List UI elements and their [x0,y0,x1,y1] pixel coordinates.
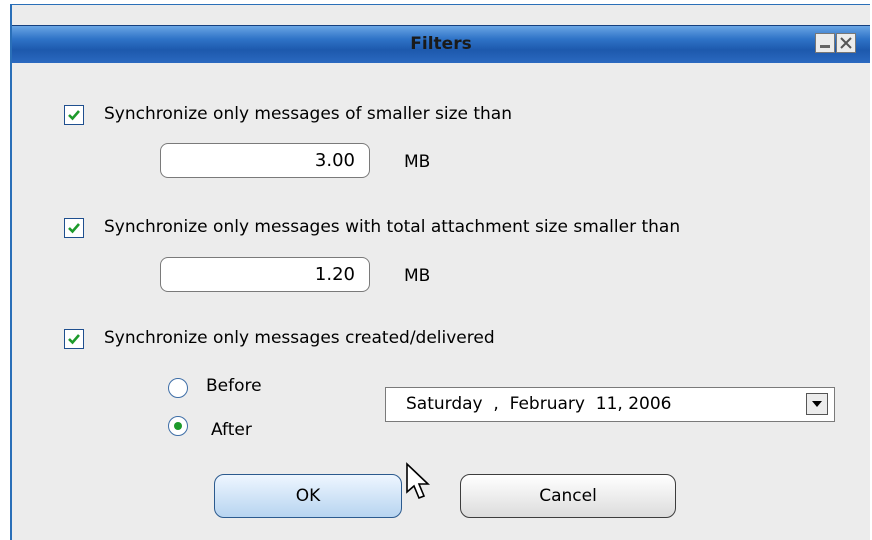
checkmark-icon [68,110,80,121]
title-bar[interactable]: Filters [12,25,870,63]
minimize-button[interactable] [815,33,835,53]
date-picker[interactable]: Saturday , February 11, 2006 [385,387,835,422]
date-dropdown-button[interactable] [806,393,828,415]
attachment-limit-unit: MB [404,266,431,286]
date-filter-checkbox[interactable] [64,329,84,349]
mouse-pointer-icon [406,462,430,500]
size-filter-checkbox[interactable] [64,105,84,125]
ok-button[interactable]: OK [214,474,402,518]
date-value: Saturday , February 11, 2006 [406,394,672,414]
cancel-button[interactable]: Cancel [460,474,676,518]
date-filter-label: Synchronize only messages created/delive… [104,328,495,348]
attachment-limit-input[interactable]: 1.20 [160,257,370,292]
before-label: Before [206,376,262,396]
close-icon [840,37,852,49]
checkmark-icon [68,334,80,345]
checkmark-icon [68,223,80,234]
attachment-filter-label: Synchronize only messages with total att… [104,217,681,237]
chevron-down-icon [812,401,822,407]
before-radio[interactable] [168,378,188,398]
dialog-title: Filters [410,34,472,54]
filters-dialog: Filters [10,4,870,540]
minimize-icon [820,45,830,48]
size-filter-label: Synchronize only messages of smaller siz… [104,104,512,124]
attachment-filter-checkbox[interactable] [64,218,84,238]
radio-selected-dot [174,422,182,430]
size-limit-input[interactable]: 3.00 [160,143,370,178]
size-limit-unit: MB [404,152,431,172]
after-radio[interactable] [168,416,188,436]
close-button[interactable] [836,33,856,53]
after-label: After [211,420,252,440]
